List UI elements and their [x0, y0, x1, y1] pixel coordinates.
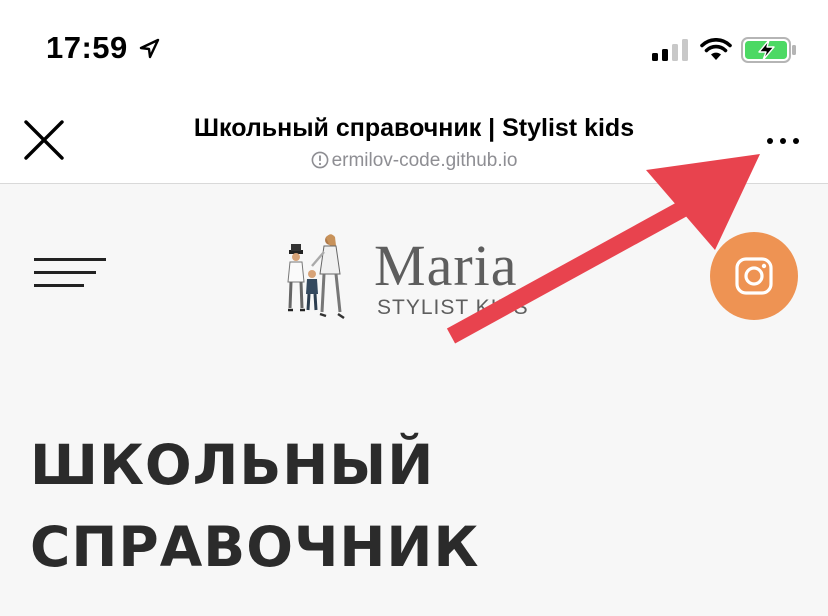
instagram-icon [735, 257, 773, 295]
site-logo[interactable]: Maria STYLIST KIDS [282, 230, 542, 326]
browser-page-title: Школьный справочник | Stylist kids [193, 114, 635, 142]
hero-title: ШКОЛЬНЫЙ СПРАВОЧНИК [30, 424, 479, 588]
location-arrow-icon [139, 38, 160, 59]
cellular-signal-icon [652, 39, 688, 61]
browser-url: ermilov-code.github.io [331, 150, 518, 171]
battery-charging-icon [741, 37, 796, 63]
url-row: ermilov-code.github.io [0, 150, 828, 172]
instagram-button[interactable] [710, 232, 798, 320]
in-app-browser-header: Школьный справочник | Stylist kids ermil… [0, 96, 828, 184]
hero-title-line-1: ШКОЛЬНЫЙ [30, 433, 435, 497]
status-bar: 17:59 [0, 0, 828, 96]
wifi-icon [700, 38, 732, 60]
site-content: Maria STYLIST KIDS ШКОЛЬНЫЙ СПРАВОЧНИК [0, 184, 828, 616]
family-figures-logo-icon [287, 234, 345, 320]
info-icon [311, 151, 328, 169]
logo-subtitle: STYLIST KIDS [377, 296, 529, 319]
logo-name: Maria [374, 233, 518, 298]
more-icon[interactable] [762, 128, 804, 152]
menu-icon[interactable] [34, 254, 106, 292]
hero-title-line-2: СПРАВОЧНИК [30, 515, 480, 579]
status-time: 17:59 [46, 30, 128, 65]
